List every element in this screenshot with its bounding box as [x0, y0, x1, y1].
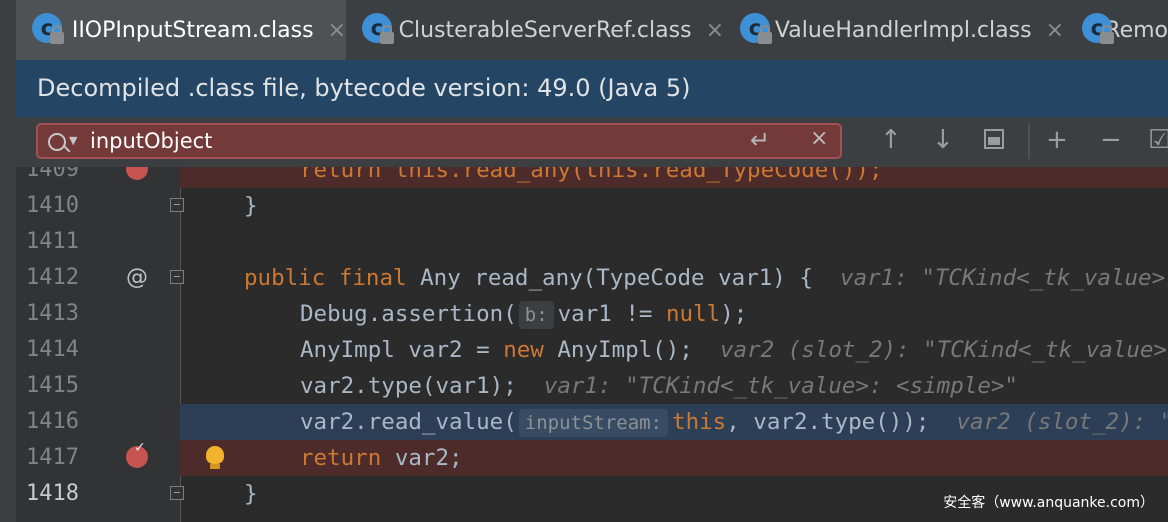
close-icon[interactable]: × — [706, 18, 724, 43]
class-file-icon: c — [32, 13, 66, 47]
search-icon[interactable] — [48, 133, 66, 151]
line-number: 1415 — [26, 373, 79, 398]
close-icon[interactable]: × — [328, 18, 346, 43]
checkbox-icon[interactable]: ☑ — [1148, 125, 1168, 155]
class-file-icon: c — [1082, 13, 1114, 47]
tab-label: IIOPInputStream.class — [71, 17, 314, 43]
code-line[interactable]: 1415 var2.type(var1); var1: "TCKind<_tk_… — [16, 368, 1168, 404]
next-occurrence-icon[interactable]: ↓ — [932, 125, 954, 155]
tab-remo[interactable]: c Remo — [1066, 0, 1168, 60]
tab-label: ClusterableServerRef.class — [398, 17, 692, 43]
inline-value-hint: var2 (slot_2): "TCKind<_tk_value>: <simp… — [719, 337, 1168, 363]
tab-label: ValueHandlerImpl.class — [774, 17, 1032, 43]
parameter-hint: b: — [518, 300, 554, 329]
code-text: return this.read_any(this.read_TypeCode(… — [300, 167, 883, 183]
search-field[interactable]: ▼ ↵ × — [36, 123, 842, 159]
left-tool-strip — [0, 0, 16, 522]
tab-clusterableserverref[interactable]: c ClusterableServerRef.class × — [346, 0, 724, 60]
code-editor[interactable]: 1409 return this.read_any(this.read_Type… — [16, 167, 1168, 522]
inline-value-hint: var1: "TCKind<_tk_value>: <simple>" — [840, 265, 1168, 291]
tab-valuehandlerimpl[interactable]: c ValueHandlerImpl.class × — [724, 0, 1064, 60]
previous-occurrence-icon[interactable]: ↑ — [880, 125, 902, 155]
inline-value-hint: var2 (slot_2): "TCKind<_tk_value>: <simp… — [956, 409, 1168, 435]
code-line[interactable]: 1413 Debug.assertion(b: var1 != null); — [16, 296, 1168, 332]
code-line[interactable]: 1409 return this.read_any(this.read_Type… — [16, 167, 1168, 188]
line-number: 1410 — [26, 193, 79, 218]
fold-marker-icon[interactable] — [170, 270, 184, 284]
newline-icon[interactable]: ↵ — [750, 126, 770, 154]
code-text: } — [244, 481, 258, 507]
code-text: var2.read_value(inputStream: this, var2.t… — [300, 404, 1168, 440]
line-number: 1417 — [26, 445, 79, 470]
code-line[interactable]: 1417 ✓ return var2; — [16, 440, 1168, 476]
code-text: Debug.assertion(b: var1 != null); — [300, 300, 748, 329]
code-line[interactable]: 1414 AnyImpl var2 = new AnyImpl(); var2 … — [16, 332, 1168, 368]
add-occurrence-icon[interactable]: + — [1046, 125, 1068, 155]
fold-marker-icon[interactable] — [170, 198, 184, 212]
tab-label: Remo — [1105, 17, 1168, 43]
fold-marker-icon[interactable] — [170, 486, 184, 500]
clear-icon[interactable]: × — [810, 126, 828, 151]
class-file-icon: c — [740, 13, 772, 47]
check-icon: ✓ — [134, 440, 146, 456]
annotation-icon: @ — [126, 265, 148, 290]
chevron-down-icon[interactable]: ▼ — [69, 134, 77, 147]
tab-iiopinputstream[interactable]: c IIOPInputStream.class × — [16, 0, 346, 60]
class-file-icon: c — [362, 13, 394, 47]
close-icon[interactable]: × — [1046, 18, 1064, 43]
code-line[interactable]: 1410 } — [16, 188, 1168, 224]
code-text: return var2; — [300, 445, 463, 471]
decompiled-banner: Decompiled .class file, bytecode version… — [16, 60, 1168, 117]
code-line[interactable]: 1412 @ public final Any read_any(TypeCod… — [16, 260, 1168, 296]
line-number: 1412 — [26, 265, 79, 290]
code-line[interactable]: 1411 — [16, 224, 1168, 260]
line-number: 1409 — [26, 167, 79, 182]
code-text: } — [244, 193, 258, 219]
code-text: var2.type(var1); var1: "TCKind<_tk_value… — [300, 373, 1018, 399]
line-number: 1416 — [26, 409, 79, 434]
search-input[interactable] — [90, 127, 690, 155]
code-text: public final Any read_any(TypeCode var1)… — [244, 260, 1168, 296]
code-text: AnyImpl var2 = new AnyImpl(); var2 (slot… — [300, 332, 1168, 368]
line-number: 1413 — [26, 301, 79, 326]
lightbulb-icon[interactable] — [206, 446, 224, 469]
find-bar: ▼ ↵ × ↑ ↓ + − ☑ — [16, 117, 1168, 167]
current-execution-line[interactable]: 1416 var2.read_value(inputStream: this, v… — [16, 404, 1168, 440]
breakpoint-icon[interactable] — [126, 167, 148, 180]
line-number: 1411 — [26, 229, 79, 254]
line-number: 1418 — [26, 481, 79, 506]
select-all-occurrences-icon[interactable] — [984, 129, 1004, 149]
remove-occurrence-icon[interactable]: − — [1100, 125, 1122, 155]
line-number: 1414 — [26, 337, 79, 362]
editor-tab-bar: c IIOPInputStream.class × c ClusterableS… — [16, 0, 1168, 60]
toolbar-divider — [1028, 123, 1030, 159]
parameter-hint: inputStream: — [518, 408, 669, 437]
inline-value-hint: var1: "TCKind<_tk_value>: <simple>" — [543, 373, 1018, 399]
watermark: 安全客（www.anquanke.com） — [943, 495, 1154, 511]
